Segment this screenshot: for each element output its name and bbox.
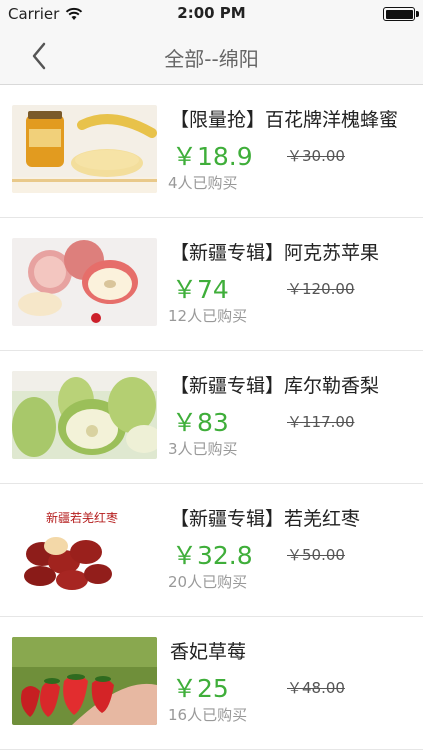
- product-price: ￥25: [172, 674, 229, 703]
- battery-icon: [383, 7, 419, 21]
- product-image-apples: [12, 238, 157, 326]
- clock: 2:00 PM: [177, 4, 246, 22]
- product-title: 【限量抢】百花牌洋槐蜂蜜: [170, 109, 399, 131]
- product-title: 【新疆专辑】若羌红枣: [170, 508, 361, 530]
- product-original-price: ￥117.00: [287, 413, 355, 431]
- product-original-price: ￥120.00: [287, 280, 355, 298]
- product-list[interactable]: 【限量抢】百花牌洋槐蜂蜜 ￥18.9 ￥30.00 4人已购买 【新疆专辑】阿克…: [0, 85, 423, 750]
- product-title: 【新疆专辑】阿克苏苹果: [170, 242, 380, 264]
- product-image-pears: [12, 371, 157, 459]
- product-price: ￥83: [172, 408, 229, 437]
- product-price: ￥32.8: [172, 541, 253, 570]
- page-title: 全部--绵阳: [164, 47, 259, 71]
- product-sold-count: 16人已购买: [168, 706, 248, 724]
- product-item[interactable]: 香妃草莓 ￥25 ￥48.00 16人已购买: [0, 617, 423, 750]
- product-title: 【新疆专辑】库尔勒香梨: [170, 375, 380, 397]
- status-bar: Carrier 2:00 PM: [0, 0, 423, 28]
- product-item[interactable]: 【新疆专辑】阿克苏苹果 ￥74 ￥120.00 12人已购买: [0, 218, 423, 351]
- product-image-strawberries: [12, 637, 157, 725]
- product-sold-count: 3人已购买: [168, 440, 238, 458]
- product-title: 香妃草莓: [170, 641, 247, 663]
- product-price: ￥74: [172, 275, 229, 304]
- product-price: ￥18.9: [172, 142, 253, 171]
- product-original-price: ￥48.00: [287, 679, 345, 697]
- product-image-red-dates: 新疆若羌红枣: [12, 504, 157, 592]
- product-original-price: ￥30.00: [287, 147, 345, 165]
- product-sold-count: 12人已购买: [168, 307, 248, 325]
- product-item[interactable]: 新疆若羌红枣 【新疆专辑】若羌红枣 ￥32.8 ￥50.00 20人已购买: [0, 484, 423, 617]
- product-sold-count: 20人已购买: [168, 573, 248, 591]
- red-dates-logo-text: 新疆若羌红枣: [46, 510, 118, 525]
- product-original-price: ￥50.00: [287, 546, 345, 564]
- navigation-bar: 全部--绵阳: [0, 28, 423, 85]
- product-sold-count: 4人已购买: [168, 174, 238, 192]
- product-item[interactable]: 【限量抢】百花牌洋槐蜂蜜 ￥18.9 ￥30.00 4人已购买: [0, 85, 423, 218]
- product-image-honey: [12, 105, 157, 193]
- product-item[interactable]: 【新疆专辑】库尔勒香梨 ￥83 ￥117.00 3人已购买: [0, 351, 423, 484]
